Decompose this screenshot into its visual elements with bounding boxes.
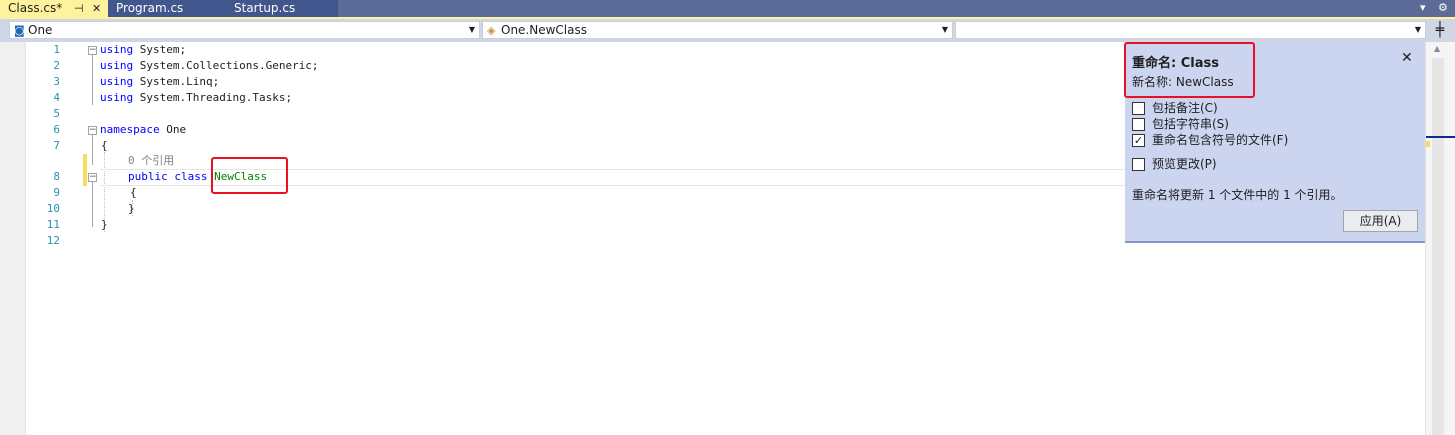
document-tab-strip: Class.cs* ⊣ ✕ Program.cs Startup.cs ▾ ⚙	[0, 0, 1455, 19]
caret-position-marker	[1426, 136, 1455, 138]
keyword: using	[100, 59, 134, 72]
rename-file-label[interactable]: 重命名包含符号的文件(F)	[1152, 133, 1288, 147]
line-number: 5	[53, 107, 60, 120]
keyword: using	[100, 75, 134, 88]
tab-label: Program.cs	[116, 1, 184, 15]
split-window-icon[interactable]: ╪	[1430, 21, 1450, 39]
preview-changes-checkbox[interactable]	[1132, 158, 1145, 171]
codelens-references[interactable]: 0 个引用	[128, 153, 174, 169]
code-line: namespace One	[100, 122, 186, 138]
code-line: using System.Threading.Tasks;	[100, 90, 292, 106]
keyword: using	[100, 43, 134, 56]
apply-button[interactable]: 应用(A)	[1343, 210, 1418, 232]
code-line: }	[128, 202, 135, 215]
code-text: System.Threading.Tasks;	[133, 91, 293, 104]
tab-class-cs[interactable]: Class.cs* ⊣ ✕	[0, 0, 108, 17]
keyword: public class	[128, 170, 208, 183]
type-dropdown-value: One.NewClass	[501, 23, 587, 37]
code-line: {	[130, 186, 137, 199]
class-icon: ◈	[487, 24, 496, 37]
outline-line	[92, 55, 93, 105]
collapse-icon[interactable]: −	[88, 46, 97, 55]
line-number: 12	[46, 234, 60, 247]
preview-changes-label[interactable]: 预览更改(P)	[1152, 157, 1217, 171]
tab-list-dropdown-icon[interactable]: ▾	[1420, 1, 1426, 14]
member-dropdown[interactable]: ▼	[955, 21, 1426, 39]
code-text: System;	[133, 43, 187, 56]
change-marker	[1426, 141, 1430, 147]
line-number: 6	[53, 123, 60, 136]
code-line: using System.Linq;	[100, 74, 219, 90]
scroll-thumb[interactable]	[1432, 58, 1444, 435]
rename-file-checkbox[interactable]: ✓	[1132, 134, 1145, 147]
include-strings-checkbox[interactable]	[1132, 118, 1145, 131]
csharp-project-icon: ◙	[14, 24, 25, 37]
highlight-box	[1124, 42, 1255, 98]
tab-label: Class.cs*	[8, 1, 63, 15]
keyword: namespace	[100, 123, 160, 136]
line-number: 11	[46, 218, 60, 231]
vertical-scrollbar[interactable]: ▲	[1425, 42, 1455, 435]
code-line: using System;	[100, 42, 186, 58]
keyword: using	[100, 91, 134, 104]
line-number: 10	[46, 202, 60, 215]
line-number: 1	[53, 43, 60, 56]
line-number: 4	[53, 91, 60, 104]
chevron-down-icon: ▼	[468, 25, 475, 34]
code-text: One	[159, 123, 187, 136]
line-number: 8	[53, 170, 60, 183]
project-dropdown[interactable]: ◙ One ▼	[9, 21, 480, 39]
scroll-up-icon[interactable]: ▲	[1434, 44, 1440, 53]
code-text: System.Collections.Generic;	[133, 59, 319, 72]
type-dropdown[interactable]: ◈ One.NewClass ▼	[482, 21, 953, 39]
include-comments-label[interactable]: 包括备注(C)	[1152, 101, 1218, 115]
project-dropdown-value: One	[28, 23, 53, 37]
collapse-icon[interactable]: −	[88, 173, 97, 182]
gear-icon[interactable]: ⚙	[1438, 1, 1448, 14]
code-line: using System.Collections.Generic;	[100, 58, 319, 74]
outline-line	[92, 135, 93, 165]
outline-line	[92, 182, 93, 227]
chevron-down-icon: ▼	[941, 25, 948, 34]
include-strings-label[interactable]: 包括字符串(S)	[1152, 117, 1229, 131]
tab-startup-cs[interactable]: Startup.cs	[226, 0, 338, 17]
tab-label: Startup.cs	[234, 1, 296, 15]
code-text: System.Linq;	[133, 75, 220, 88]
rename-panel: 重命名: Class 新名称: NewClass ✕ 包括备注(C) 包括字符串…	[1124, 42, 1425, 243]
code-line: {	[101, 139, 108, 152]
change-indicator	[83, 154, 87, 186]
code-line: }	[101, 218, 108, 231]
indicator-margin	[0, 42, 26, 435]
line-number: 7	[53, 139, 60, 152]
rename-summary: 重命名将更新 1 个文件中的 1 个引用。	[1132, 188, 1343, 202]
close-tab-icon[interactable]: ✕	[92, 0, 101, 17]
pin-icon[interactable]: ⊣	[74, 0, 84, 17]
tab-program-cs[interactable]: Program.cs	[108, 0, 226, 17]
close-icon[interactable]: ✕	[1401, 50, 1413, 66]
line-number: 9	[53, 186, 60, 199]
line-number: 3	[53, 75, 60, 88]
line-number: 2	[53, 59, 60, 72]
include-comments-checkbox[interactable]	[1132, 102, 1145, 115]
collapse-icon[interactable]: −	[88, 126, 97, 135]
chevron-down-icon: ▼	[1414, 25, 1421, 34]
navigation-bar: ◙ One ▼ ◈ One.NewClass ▼ ▼ ╪	[0, 19, 1455, 42]
highlight-box	[211, 157, 288, 194]
